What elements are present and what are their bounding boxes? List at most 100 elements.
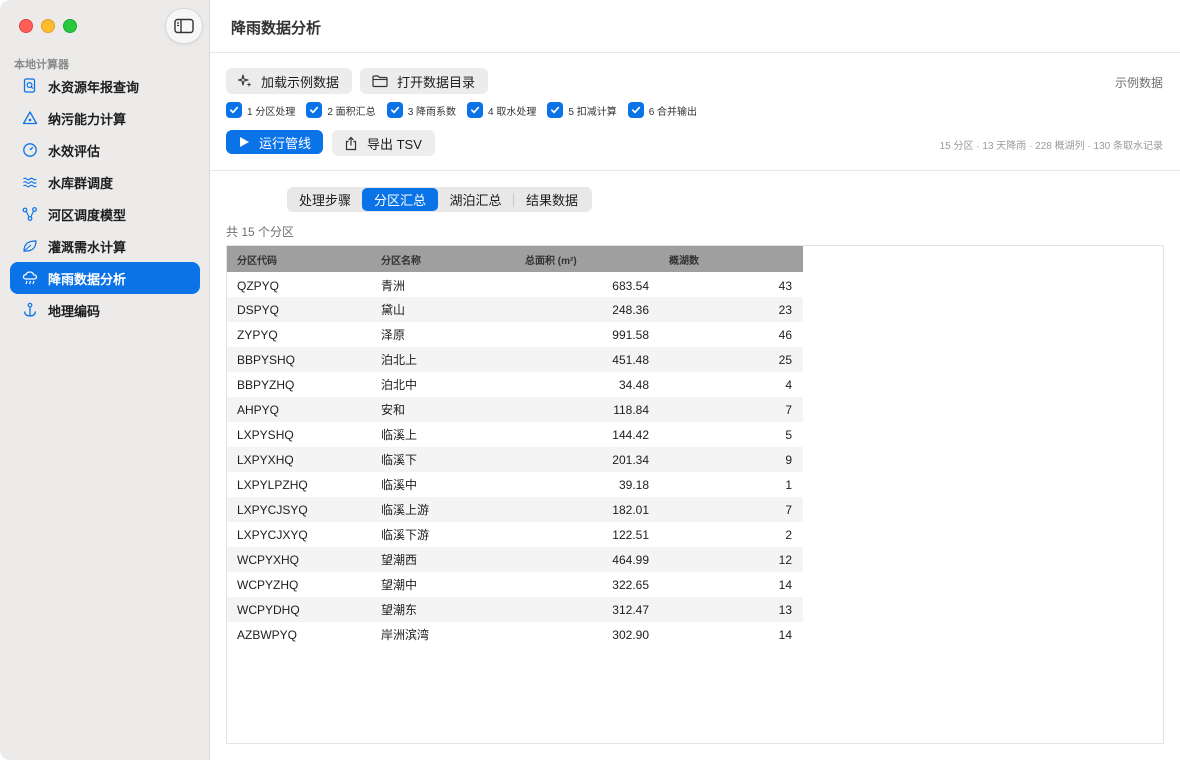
column-header[interactable]: 总面积 (m²) xyxy=(515,246,659,272)
step-label: 3 降雨系数 xyxy=(407,106,457,118)
step-checkbox[interactable]: 4 取水处理 xyxy=(467,102,536,118)
table-cell: 23 xyxy=(778,302,792,317)
table-cell: 临溪中 xyxy=(381,478,418,492)
table-row[interactable]: BBPYZHQ 泊北中 34.48 4 xyxy=(227,372,803,397)
table-cell: 临溪上 xyxy=(381,428,418,442)
folder-icon xyxy=(372,74,388,88)
load-example-button[interactable]: 加载示例数据 xyxy=(226,68,353,94)
page-title: 降雨数据分析 xyxy=(231,20,322,37)
table-cell: 182.01 xyxy=(612,502,649,517)
table-cell: 322.65 xyxy=(612,577,649,592)
table-cell: ZYPYQ xyxy=(237,327,278,342)
table-cell: 46 xyxy=(778,327,792,342)
table-cell: 25 xyxy=(778,352,792,367)
table-cell: 9 xyxy=(785,452,792,467)
tab-zone-summary[interactable]: 分区汇总 xyxy=(362,188,438,211)
sidebar-item-water-efficiency[interactable]: 水效评估 xyxy=(10,134,200,166)
table-cell: 201.34 xyxy=(612,452,649,467)
table-row[interactable]: BBPYSHQ 泊北上 451.48 25 xyxy=(227,347,803,372)
minimize-window-button[interactable] xyxy=(41,19,55,33)
tab-label: 处理步骤 xyxy=(298,193,351,208)
table-cell: 临溪下 xyxy=(381,453,418,467)
table-row[interactable]: LXPYXHQ 临溪下 201.34 9 xyxy=(227,447,803,472)
sidebar-item-label: 地理编码 xyxy=(48,303,101,319)
sidebar-toggle-button[interactable] xyxy=(165,8,203,44)
sidebar-item-label: 水资源年报查询 xyxy=(48,79,140,95)
column-header[interactable]: 概湖数 xyxy=(659,246,803,272)
table-row[interactable]: AZBWPYQ 岸洲滨湾 302.90 14 xyxy=(227,622,803,647)
tab-result-data[interactable]: 结果数据 xyxy=(514,188,590,211)
step-checkbox[interactable]: 3 降雨系数 xyxy=(386,102,457,118)
table-cell: 302.90 xyxy=(612,627,649,642)
table-row[interactable]: WCPYXHQ 望潮西 464.99 12 xyxy=(227,547,803,572)
row-count-label: 共 15 个分区 xyxy=(226,225,295,239)
run-pipeline-label: 运行管线 xyxy=(259,135,312,151)
open-directory-button[interactable]: 打开数据目录 xyxy=(360,68,489,94)
table-row[interactable]: LXPYLPZHQ 临溪中 39.18 1 xyxy=(227,472,803,497)
leaf-icon xyxy=(22,238,38,254)
table-row[interactable]: AHPYQ 安和 118.84 7 xyxy=(227,397,803,422)
toolbar: 加载示例数据 打开数据目录 示例数据 1 分区处理 2 面积汇总 3 降雨系数 … xyxy=(210,53,1180,171)
sidebar-item-label: 降雨数据分析 xyxy=(48,271,127,287)
rain-icon xyxy=(22,270,38,286)
sidebar-item-reservoir-dispatch[interactable]: 水库群调度 xyxy=(10,166,200,198)
table-row[interactable]: DSPYQ 黛山 248.36 23 xyxy=(227,297,803,322)
table-cell: 13 xyxy=(778,602,792,617)
table-cell: QZPYQ xyxy=(237,278,280,293)
waves-icon xyxy=(22,174,38,190)
table-row[interactable]: LXPYCJXYQ 临溪下游 122.51 2 xyxy=(227,522,803,547)
step-checkbox[interactable]: 1 分区处理 xyxy=(226,102,295,118)
play-icon xyxy=(238,136,250,148)
table-cell: 7 xyxy=(785,402,792,417)
table-row[interactable]: WCPYZHQ 望潮中 322.65 14 xyxy=(227,572,803,597)
table-row[interactable]: ZYPYQ 泽原 991.58 46 xyxy=(227,322,803,347)
sidebar-item-river-model[interactable]: 河区调度模型 xyxy=(10,198,200,230)
sparkles-icon xyxy=(238,74,252,88)
step-checkbox[interactable]: 5 扣减计算 xyxy=(547,102,617,118)
table-cell: 泊北中 xyxy=(381,378,418,392)
data-table: 分区代码 分区名称 总面积 (m²) 概湖数 QZPYQ 青洲 683.54 43 DS… xyxy=(227,246,803,647)
header: 降雨数据分析 xyxy=(210,0,1180,53)
sidebar-item-pollution-capacity[interactable]: 纳污能力计算 xyxy=(10,102,200,134)
sidebar-item-rainfall-analysis[interactable]: 降雨数据分析 xyxy=(10,262,200,294)
table-cell: AHPYQ xyxy=(237,402,280,417)
table-cell: 临溪上游 xyxy=(381,503,430,517)
sidebar-item-irrigation[interactable]: 灌溉需水计算 xyxy=(10,230,200,262)
table-cell: 144.42 xyxy=(612,427,649,442)
table-cell: 望潮西 xyxy=(381,553,418,567)
load-example-label: 加载示例数据 xyxy=(261,74,340,90)
window-controls xyxy=(19,19,77,33)
sidebar-item-geocoding[interactable]: 地理编码 xyxy=(10,294,200,326)
document-search-icon xyxy=(22,78,38,94)
run-pipeline-button[interactable]: 运行管线 xyxy=(226,130,324,154)
table-row[interactable]: QZPYQ 青洲 683.54 43 xyxy=(227,272,803,297)
table-cell: 12 xyxy=(778,552,792,567)
table-row[interactable]: WCPYDHQ 望潮东 312.47 13 xyxy=(227,597,803,622)
table-cell: WCPYZHQ xyxy=(237,577,299,592)
column-header[interactable]: 分区代码 xyxy=(227,246,371,272)
export-tsv-label: 导出 TSV xyxy=(367,136,422,152)
export-tsv-button[interactable]: 导出 TSV xyxy=(332,130,435,156)
column-header[interactable]: 分区名称 xyxy=(371,246,515,272)
table-cell: LXPYCJSYQ xyxy=(237,502,308,517)
table-cell: LXPYXHQ xyxy=(237,452,294,467)
table-cell: LXPYSHQ xyxy=(237,427,294,442)
step-label: 1 分区处理 xyxy=(247,106,296,118)
table-cell: 黛山 xyxy=(381,303,406,317)
table-row[interactable]: LXPYSHQ 临溪上 144.42 5 xyxy=(227,422,803,447)
close-window-button[interactable] xyxy=(19,19,33,33)
sidebar-item-water-report[interactable]: 水资源年报查询 xyxy=(10,70,200,102)
table-row[interactable]: LXPYCJSYQ 临溪上游 182.01 7 xyxy=(227,497,803,522)
tab-process-steps[interactable]: 处理步骤 xyxy=(288,188,362,211)
step-checkbox[interactable]: 6 合并输出 xyxy=(627,102,697,118)
zoom-window-button[interactable] xyxy=(63,19,77,33)
step-checkbox[interactable]: 2 面积汇总 xyxy=(306,102,376,118)
sidebar-item-label: 纳污能力计算 xyxy=(48,111,127,127)
step-label: 5 扣减计算 xyxy=(568,106,617,118)
app-window: 本地计算器 水资源年报查询 纳污能力计算 水效评估 水库群调度 河区调度模型 灌… xyxy=(0,0,1180,760)
table-cell: 望潮中 xyxy=(381,578,418,592)
tab-label: 分区汇总 xyxy=(373,193,426,208)
tab-lake-summary[interactable]: 湖泊汇总 xyxy=(438,188,513,211)
table-cell: 464.99 xyxy=(612,552,649,567)
open-directory-label: 打开数据目录 xyxy=(397,74,476,90)
